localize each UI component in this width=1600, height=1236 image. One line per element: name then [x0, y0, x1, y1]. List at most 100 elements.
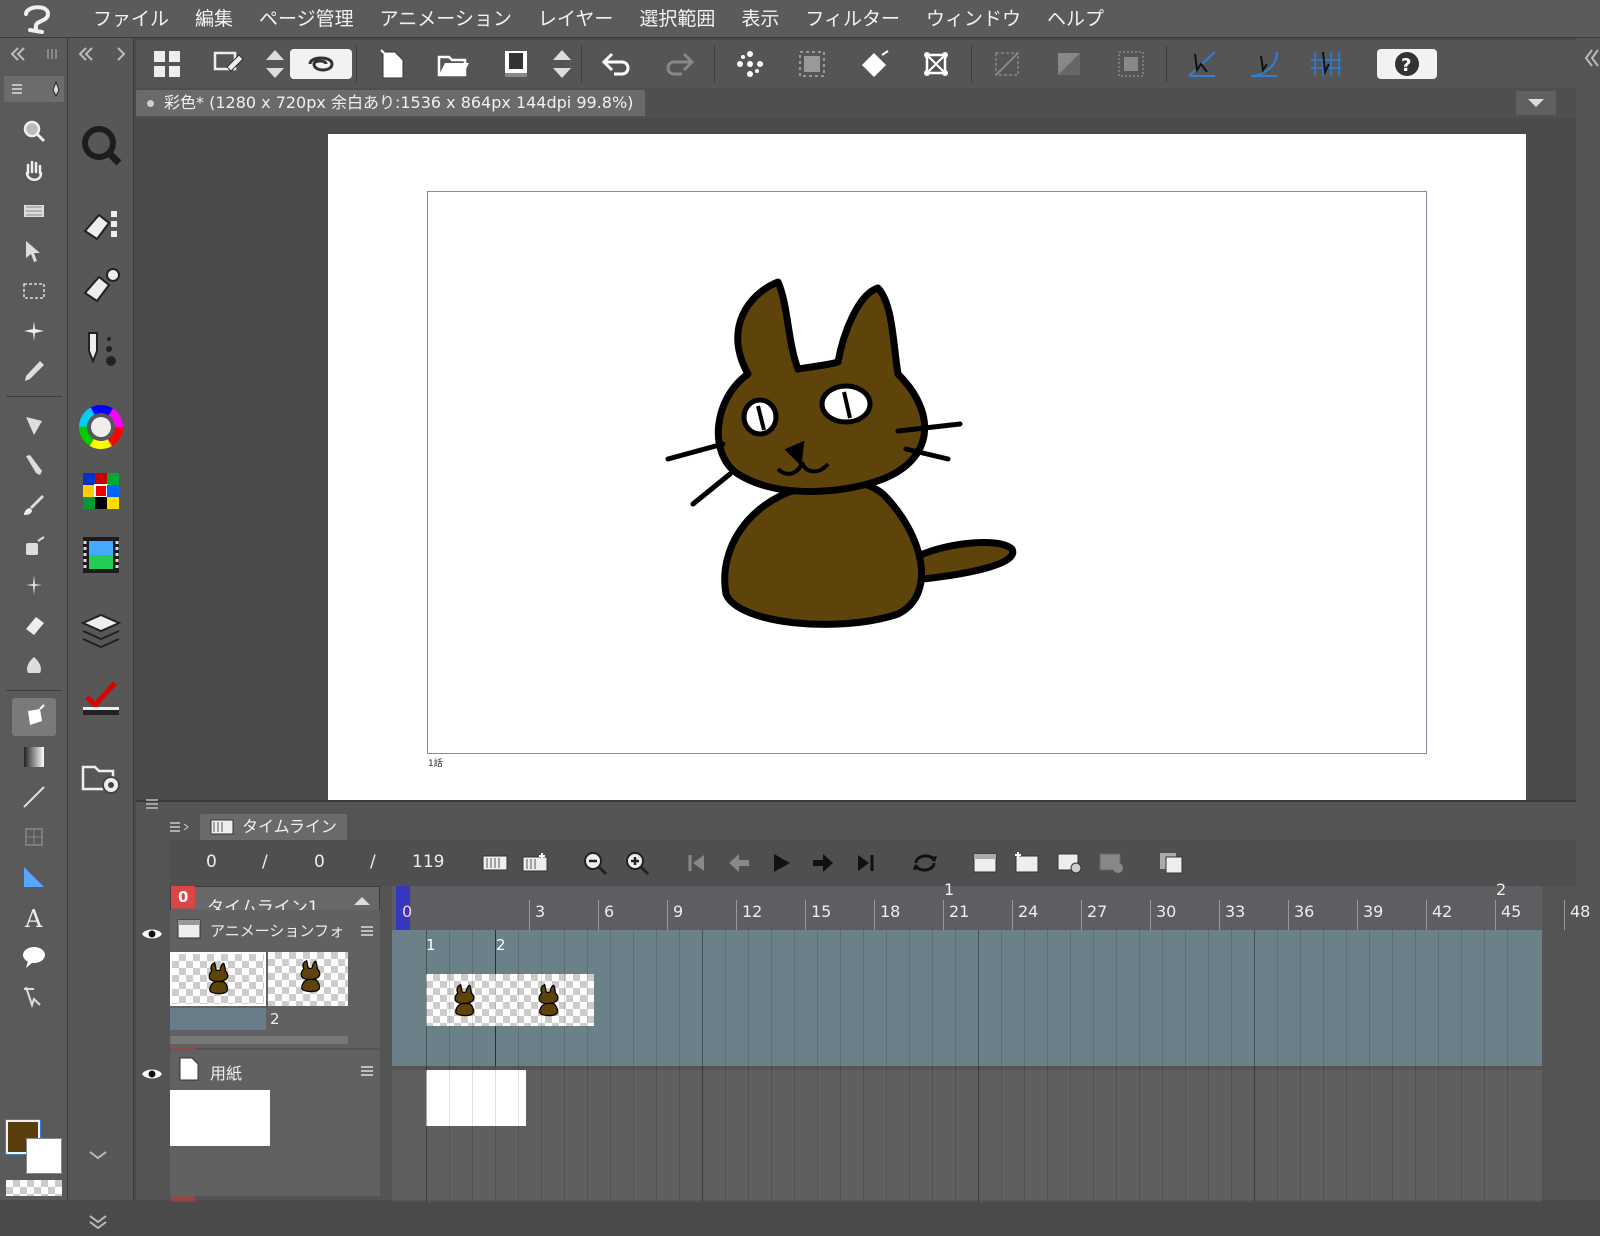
- layer-menu-icon[interactable]: [360, 1064, 374, 1078]
- palette-collapse-icon[interactable]: [70, 44, 130, 64]
- open-file-icon[interactable]: [423, 42, 485, 86]
- loop-playback-icon[interactable]: [910, 850, 940, 876]
- clear-icon[interactable]: [719, 42, 781, 86]
- stabilization-icon[interactable]: [290, 49, 352, 79]
- fill-selection-icon[interactable]: [843, 42, 905, 86]
- timeline-menu-icon[interactable]: [166, 816, 190, 838]
- timeline-settings-icon[interactable]: [520, 850, 550, 876]
- ruler-tool-icon[interactable]: [12, 858, 56, 896]
- canvas-paper[interactable]: 1話: [328, 134, 1526, 800]
- cel-list-thumbnail[interactable]: [268, 952, 348, 1006]
- operation-tool-icon[interactable]: [12, 232, 56, 270]
- gradient-tool-icon[interactable]: [12, 738, 56, 776]
- specify-cel-icon[interactable]: [1054, 850, 1084, 876]
- menu-file[interactable]: ファイル: [80, 0, 182, 38]
- new-animation-folder-icon[interactable]: [970, 850, 1000, 876]
- collapse-left-icon[interactable]: [4, 44, 64, 64]
- snap-ruler-icon[interactable]: [1171, 42, 1233, 86]
- pen-tool-icon[interactable]: [12, 406, 56, 444]
- onion-skin-icon[interactable]: [1156, 850, 1186, 876]
- subtool-palette-icon[interactable]: [76, 196, 126, 250]
- menu-animation[interactable]: アニメーション: [367, 0, 525, 38]
- stabilization-up-down-icon[interactable]: [260, 42, 290, 86]
- layer-palette-icon[interactable]: [76, 604, 126, 658]
- snap-grid-icon[interactable]: [1295, 42, 1357, 86]
- canvas-list-dropdown[interactable]: [1516, 91, 1556, 115]
- layer-property-icon[interactable]: [76, 670, 126, 724]
- cel-thumbnail[interactable]: [496, 974, 594, 1026]
- menu-view[interactable]: 表示: [728, 0, 792, 38]
- menu-window[interactable]: ウィンドウ: [913, 0, 1034, 38]
- app-logo[interactable]: [0, 0, 80, 38]
- frame-border-tool-icon[interactable]: [12, 818, 56, 856]
- color-set-icon[interactable]: [76, 464, 126, 518]
- tool-palette-menu-icon[interactable]: [4, 76, 64, 102]
- layer-menu-icon[interactable]: [360, 924, 374, 938]
- edit-canvas-icon[interactable]: [198, 42, 260, 86]
- blend-tool-icon[interactable]: [12, 646, 56, 684]
- deselect-icon[interactable]: [976, 42, 1038, 86]
- color-wheel-icon[interactable]: [76, 400, 126, 454]
- go-to-last-frame-icon[interactable]: [850, 850, 880, 876]
- zoom-in-timeline-icon[interactable]: [622, 850, 652, 876]
- frame-tool-icon[interactable]: [12, 192, 56, 230]
- transform-icon[interactable]: [905, 42, 967, 86]
- decoration-tool-icon[interactable]: [12, 566, 56, 604]
- menu-selection[interactable]: 選択範囲: [626, 0, 728, 38]
- airbrush-tool-icon[interactable]: [12, 526, 56, 564]
- collapse-down-icon[interactable]: [76, 1212, 120, 1232]
- tool-property-icon[interactable]: [76, 258, 126, 312]
- save-icon[interactable]: [485, 42, 547, 86]
- snap-special-ruler-icon[interactable]: [1233, 42, 1295, 86]
- frame-ruler[interactable]: 0 3 6 9 12 15 18 21 24 27 30 33 36 39 42 45 48 1 2: [392, 880, 1590, 930]
- fill-tool-icon[interactable]: [12, 698, 56, 736]
- menu-help[interactable]: ヘルプ: [1034, 0, 1117, 38]
- zoom-out-timeline-icon[interactable]: [580, 850, 610, 876]
- sub-color-swatch[interactable]: [26, 1138, 62, 1174]
- delete-cel-icon[interactable]: [1096, 850, 1126, 876]
- cel-thumbnail[interactable]: [426, 974, 496, 1026]
- correct-line-tool-icon[interactable]: [12, 978, 56, 1016]
- expand-right-icon[interactable]: [1576, 44, 1600, 74]
- new-timeline-icon[interactable]: [480, 850, 510, 876]
- expand-selection-icon[interactable]: [1100, 42, 1162, 86]
- redo-icon[interactable]: [648, 42, 710, 86]
- new-animation-cel-icon[interactable]: [1012, 850, 1042, 876]
- animation-cel-icon[interactable]: [76, 528, 126, 582]
- balloon-tool-icon[interactable]: [12, 938, 56, 976]
- cel-list-thumbnail[interactable]: [170, 952, 266, 1006]
- menu-filter[interactable]: フィルター: [792, 0, 913, 38]
- save-up-down-icon[interactable]: [547, 42, 577, 86]
- animation-folder-layer[interactable]: アニメーションフォ 1 2: [142, 910, 380, 1048]
- clear-outside-icon[interactable]: [781, 42, 843, 86]
- timeline-panel-menu-icon[interactable]: [142, 794, 162, 814]
- pencil-tool-icon[interactable]: [12, 446, 56, 484]
- previous-frame-icon[interactable]: [724, 850, 754, 876]
- go-to-first-frame-icon[interactable]: [682, 850, 712, 876]
- timeline-tab[interactable]: タイムライン: [200, 814, 347, 840]
- eyedropper-icon[interactable]: [12, 352, 56, 390]
- eye-icon[interactable]: [140, 926, 164, 942]
- menu-page-management[interactable]: ページ管理: [246, 0, 367, 38]
- menu-edit[interactable]: 編集: [182, 0, 246, 38]
- brush-size-icon[interactable]: [76, 322, 126, 376]
- text-tool-icon[interactable]: A: [12, 898, 56, 936]
- transparent-color-swatch[interactable]: [6, 1180, 62, 1196]
- canvas-tab[interactable]: 彩色* (1280 x 720px 余白あり:1536 x 864px 144d…: [136, 90, 646, 116]
- eye-icon[interactable]: [140, 1066, 164, 1082]
- canvas-area[interactable]: 1話: [136, 118, 1576, 800]
- zoom-tool-icon[interactable]: [12, 112, 56, 150]
- cel-list-scrollbar[interactable]: [170, 1036, 348, 1044]
- invert-selection-icon[interactable]: [1038, 42, 1100, 86]
- undo-icon[interactable]: [586, 42, 648, 86]
- new-file-icon[interactable]: [361, 42, 423, 86]
- help-button[interactable]: ?: [1377, 49, 1437, 79]
- scroll-down-icon[interactable]: [76, 1146, 120, 1166]
- play-icon[interactable]: [766, 850, 796, 876]
- search-tool-icon[interactable]: [76, 118, 126, 172]
- menu-layer[interactable]: レイヤー: [525, 0, 626, 38]
- paper-layer[interactable]: 用紙: [142, 1050, 380, 1196]
- material-palette-icon[interactable]: [76, 750, 126, 804]
- hand-tool-icon[interactable]: [12, 152, 56, 190]
- playhead-handle[interactable]: 0: [171, 886, 195, 908]
